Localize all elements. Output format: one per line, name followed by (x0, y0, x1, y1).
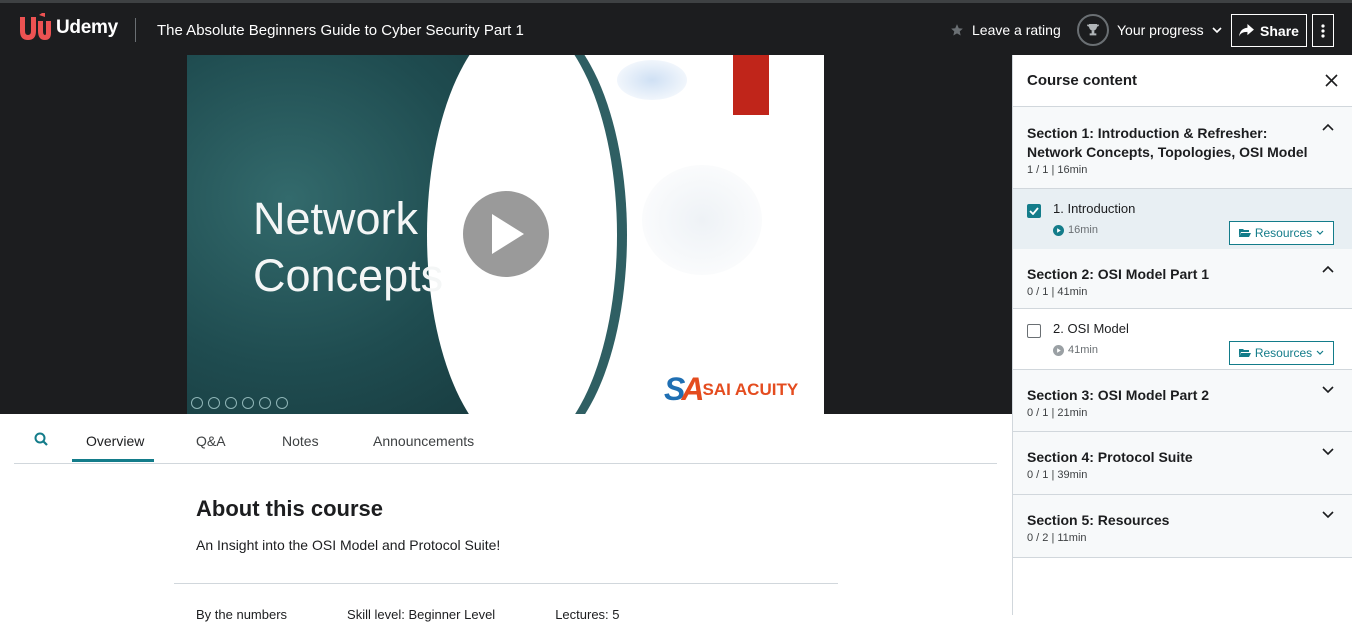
folder-open-icon (1238, 349, 1251, 357)
about-divider (174, 583, 838, 584)
section-meta: 0 / 1 | 21min (1027, 407, 1088, 419)
lecture-title: 1. Introduction (1053, 201, 1136, 216)
search-icon (34, 432, 48, 446)
resources-button[interactable]: Resources (1229, 341, 1334, 365)
section-title: Section 3: OSI Model Part 2 (1027, 387, 1210, 403)
lecture-title: 2. OSI Model (1053, 321, 1129, 336)
section-meta: 0 / 1 | 41min (1027, 286, 1088, 298)
udemy-logo-icon (20, 13, 51, 40)
slide-controls (191, 397, 288, 409)
sai-logo-mark: SA (664, 371, 704, 407)
resources-label: Resources (1254, 226, 1313, 240)
lecture-duration-text: 41min (1068, 344, 1098, 356)
slide-decoration (642, 165, 762, 275)
search-button[interactable] (34, 432, 48, 451)
chevron-down-icon (1316, 230, 1324, 235)
chevron-down-icon[interactable] (1322, 386, 1334, 394)
lecture-checkbox[interactable] (1027, 204, 1041, 218)
star-icon (951, 24, 963, 36)
chevron-down-icon (1212, 27, 1222, 34)
slide-pen-icon (225, 397, 237, 409)
chevron-down-icon (1316, 350, 1324, 355)
checkmark-icon (1029, 207, 1039, 215)
slide-decoration (617, 60, 687, 100)
close-icon[interactable] (1325, 74, 1338, 87)
section-meta: 1 / 1 | 16min (1027, 164, 1088, 176)
folder-open-icon (1238, 229, 1251, 237)
lecture-duration: 16min (1053, 224, 1098, 236)
section-title: Section 4: Protocol Suite (1027, 449, 1193, 465)
tab-announcements[interactable]: Announcements (373, 433, 474, 449)
section-4[interactable]: Section 4: Protocol Suite 0 / 1 | 39min (1013, 432, 1352, 495)
video-player[interactable]: Network Concepts SA SAI ACUITY (0, 55, 1012, 414)
play-icon (492, 214, 524, 254)
course-title[interactable]: The Absolute Beginners Guide to Cyber Se… (157, 22, 524, 39)
your-progress-button[interactable]: Your progress (1077, 14, 1222, 46)
progress-ring (1077, 14, 1109, 46)
play-circle-icon (1053, 344, 1064, 356)
resources-button[interactable]: Resources (1229, 221, 1334, 245)
leave-rating-label: Leave a rating (972, 22, 1061, 38)
more-options-button[interactable] (1312, 14, 1334, 47)
brand-name: Udemy (56, 17, 118, 38)
lecture-duration: 41min (1053, 344, 1098, 356)
slide-title-line1: Network (253, 193, 419, 244)
lecture-checkbox[interactable] (1027, 324, 1041, 338)
share-icon (1239, 24, 1254, 37)
play-button[interactable] (463, 191, 549, 277)
lecture-item[interactable]: 1. Introduction 16min Resources (1013, 189, 1352, 249)
tab-overview[interactable]: Overview (86, 433, 144, 449)
section-1[interactable]: Section 1: Introduction & Refresher: Net… (1013, 107, 1352, 189)
section-2[interactable]: Section 2: OSI Model Part 1 0 / 1 | 41mi… (1013, 249, 1352, 309)
slide-title-line2: Concepts (253, 250, 444, 301)
chevron-up-icon[interactable] (1322, 123, 1334, 131)
section-5[interactable]: Section 5: Resources 0 / 2 | 11min (1013, 495, 1352, 558)
sai-logo-text: SAI ACUITY (702, 379, 799, 399)
slide-next-icon (208, 397, 220, 409)
course-tabs: Overview Q&A Notes Announcements (14, 414, 997, 464)
about-heading: About this course (196, 496, 384, 521)
course-content-sidebar: Course content Section 1: Introduction &… (1012, 55, 1352, 615)
resources-label: Resources (1254, 346, 1313, 360)
leave-rating-button[interactable]: Leave a rating (950, 22, 1061, 38)
share-label: Share (1260, 22, 1299, 39)
section-meta: 0 / 2 | 11min (1027, 532, 1087, 544)
slide-title: Network Concepts (253, 190, 443, 304)
about-description: An Insight into the OSI Model and Protoc… (196, 537, 501, 553)
sidebar-title: Course content (1027, 72, 1138, 89)
section-title: Section 5: Resources (1027, 512, 1170, 528)
section-title: Section 2: OSI Model Part 1 (1027, 266, 1210, 282)
slide-prev-icon (191, 397, 203, 409)
tab-notes[interactable]: Notes (282, 433, 319, 449)
sidebar-header: Course content (1013, 55, 1352, 107)
play-circle-icon (1053, 224, 1064, 236)
section-title: Section 1: Introduction & Refresher: Net… (1027, 125, 1308, 160)
lecture-item[interactable]: 2. OSI Model 41min Resources (1013, 309, 1352, 369)
chevron-down-icon[interactable] (1322, 511, 1334, 519)
active-tab-indicator (72, 459, 154, 462)
slide-more-icon (276, 397, 288, 409)
your-progress-label: Your progress (1117, 22, 1204, 38)
share-button[interactable]: Share (1231, 14, 1307, 47)
chevron-down-icon[interactable] (1322, 448, 1334, 456)
chevron-up-icon[interactable] (1322, 265, 1334, 273)
top-bar: Udemy The Absolute Beginners Guide to Cy… (0, 0, 1352, 55)
section-3[interactable]: Section 3: OSI Model Part 2 0 / 1 | 21mi… (1013, 369, 1352, 432)
slide-grid-icon (242, 397, 254, 409)
header-divider (135, 18, 136, 42)
tab-qa[interactable]: Q&A (196, 433, 226, 449)
udemy-logo[interactable]: Udemy (14, 13, 118, 43)
video-slide: Network Concepts SA SAI ACUITY (187, 55, 824, 414)
lecture-duration-text: 16min (1068, 224, 1098, 236)
slide-red-bar (733, 55, 769, 115)
trophy-icon (1087, 24, 1099, 36)
section-meta: 0 / 1 | 39min (1027, 469, 1088, 481)
more-vertical-icon (1321, 23, 1325, 38)
sai-acuity-logo: SA SAI ACUITY (664, 371, 798, 408)
slide-zoom-icon (259, 397, 271, 409)
